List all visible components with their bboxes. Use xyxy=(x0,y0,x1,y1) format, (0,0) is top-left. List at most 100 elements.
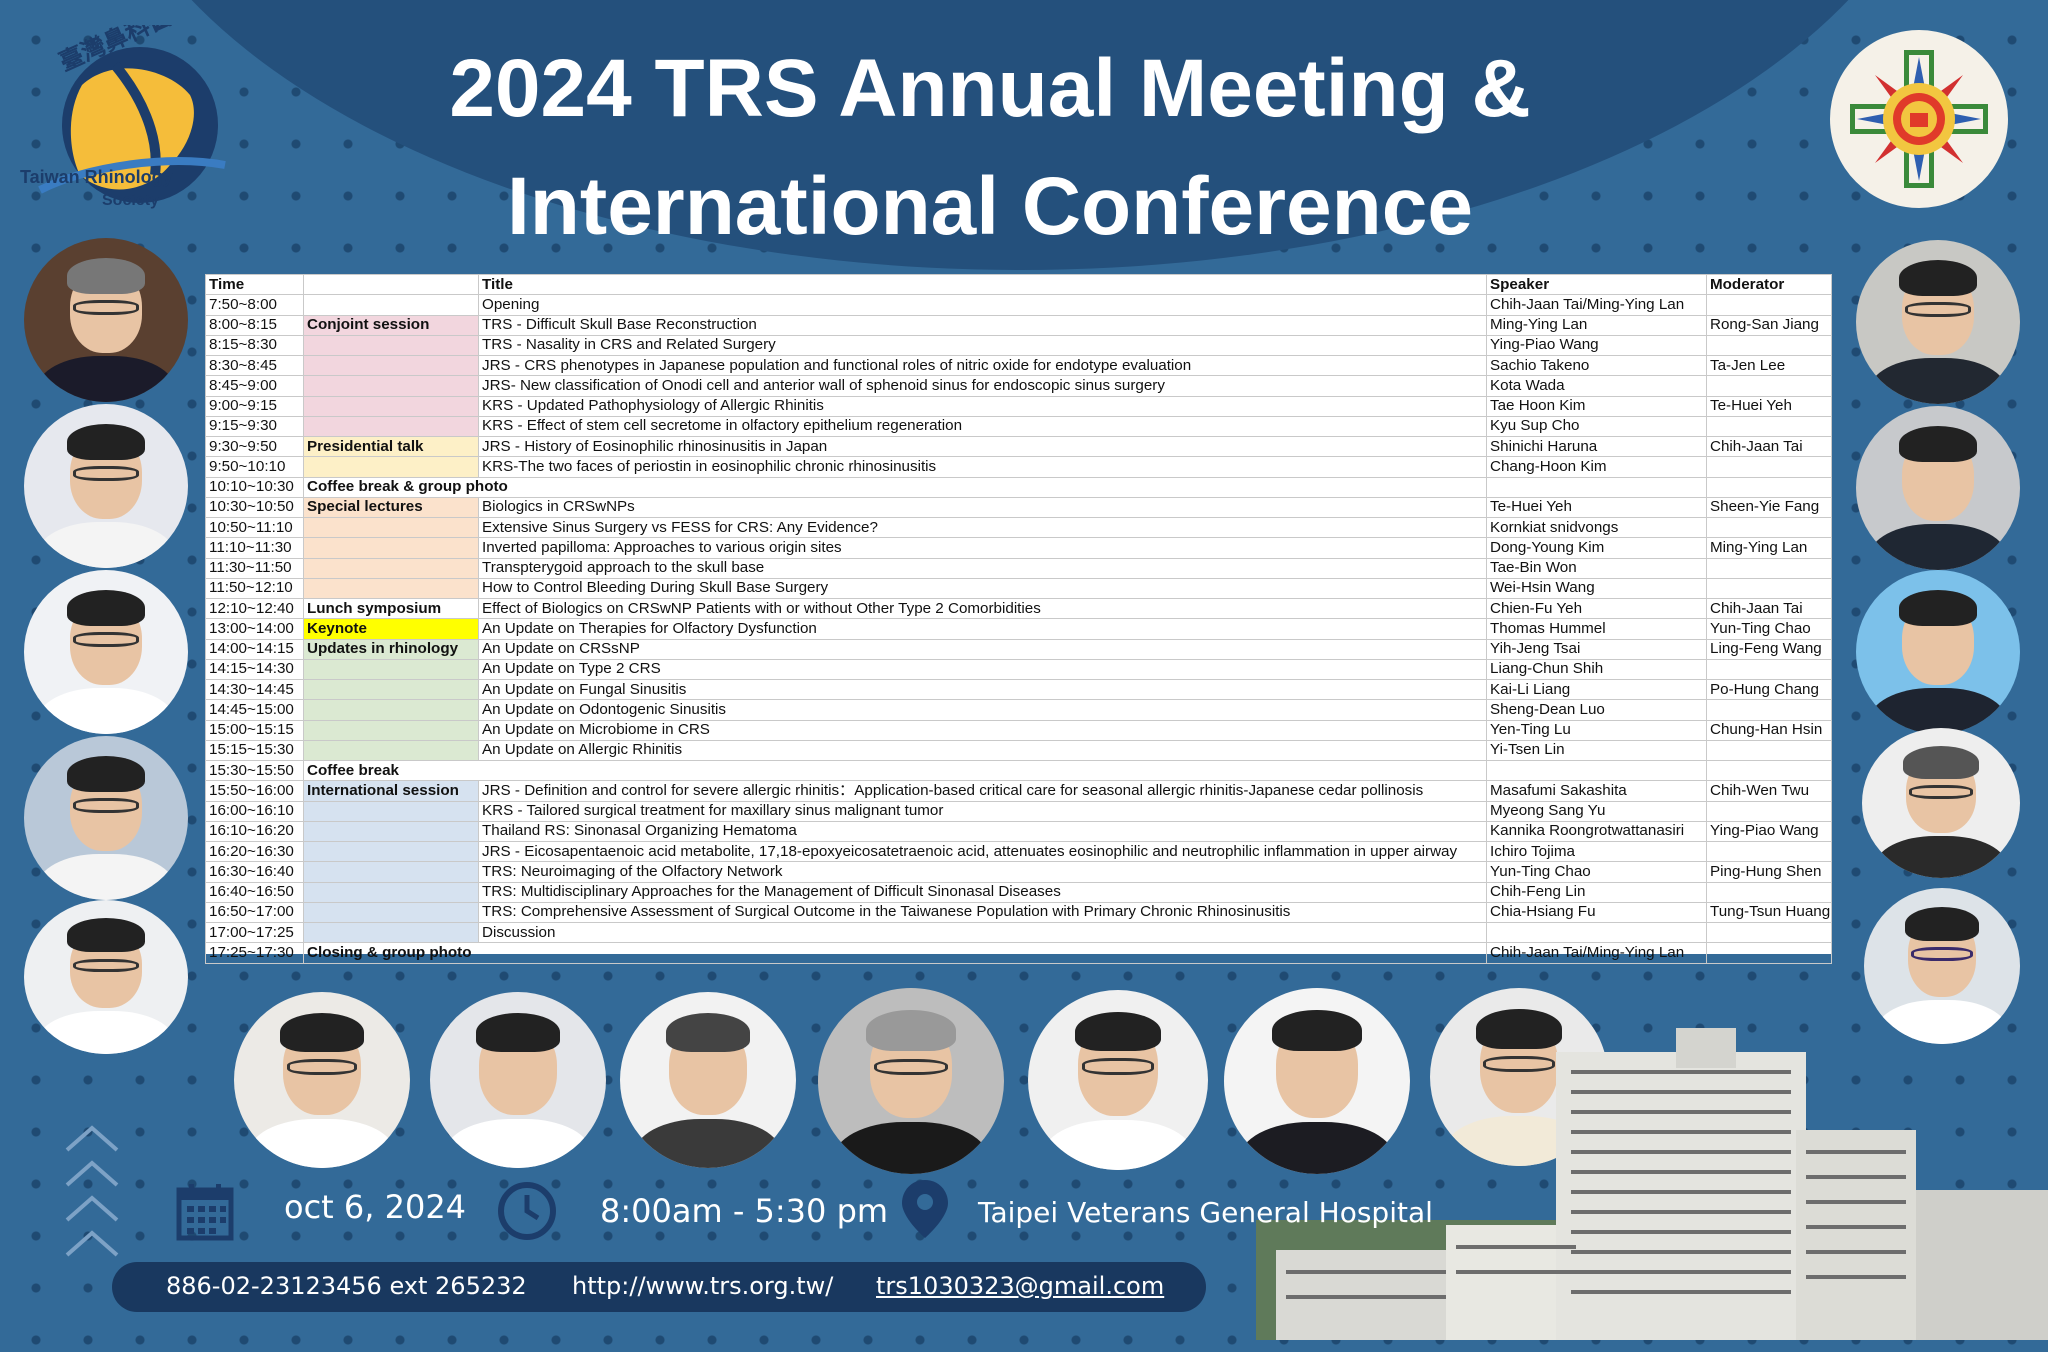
speaker-cell: Kota Wada xyxy=(1486,375,1707,397)
moderator-cell: Ming-Ying Lan xyxy=(1706,537,1832,559)
title-cell: Transpterygoid approach to the skull bas… xyxy=(478,557,1487,579)
table-row: 14:00~14:15 Updates in rhinology An Update… xyxy=(205,638,1832,660)
column-header-title: Title xyxy=(478,273,1487,296)
title-cell: KRS - Updated Pathophysiology of Allergi… xyxy=(478,395,1487,417)
time-cell: 8:00~8:15 xyxy=(205,314,304,336)
title-cell: Effect of Biologics on CRSwNP Patients w… xyxy=(478,597,1487,620)
table-row: 12:10~12:40 Lunch symposium Effect of Biol… xyxy=(205,597,1832,620)
title-line-1: 2024 TRS Annual Meeting & xyxy=(449,43,1531,134)
time-cell: 15:30~15:50 xyxy=(205,759,304,782)
time-cell: 14:30~14:45 xyxy=(205,678,304,701)
table-row: 15:15~15:30 An Update on Allergic Rhiniti… xyxy=(205,739,1832,762)
column-header-speaker: Speaker xyxy=(1486,273,1707,296)
event-time: 8:00am - 5:30 pm xyxy=(600,1192,889,1230)
speaker-cell: Yih-Jeng Tsai xyxy=(1486,638,1707,660)
speaker-photo xyxy=(24,404,188,568)
moderator-cell: Chih-Jaan Tai xyxy=(1706,435,1832,458)
speaker-photo xyxy=(24,736,188,900)
table-row: 8:30~8:45 JRS - CRS phenotypes in Japanes… xyxy=(205,354,1832,377)
speaker-cell: Sheng-Dean Luo xyxy=(1486,699,1707,721)
moderator-cell: Ying-Piao Wang xyxy=(1706,820,1832,843)
time-cell: 15:15~15:30 xyxy=(205,739,304,762)
column-header-time: Time xyxy=(205,273,304,296)
contact-email[interactable]: trs1030323@gmail.com xyxy=(876,1272,1164,1300)
time-cell: 16:20~16:30 xyxy=(205,840,304,863)
moderator-cell xyxy=(1706,557,1832,579)
table-row: 16:00~16:10 KRS - Tailored surgical treat… xyxy=(205,800,1832,822)
title-cell: TRS: Multidisciplinary Approaches for th… xyxy=(478,881,1487,903)
session-cell: International session xyxy=(303,780,479,802)
title-cell: An Update on Type 2 CRS xyxy=(478,658,1487,681)
title-cell: TRS: Neuroimaging of the Olfactory Netwo… xyxy=(478,861,1487,883)
contact-phone: 886-02-23123456 ext 265232 xyxy=(166,1272,527,1300)
table-row: 8:00~8:15 Conjoint session TRS - Difficult… xyxy=(205,314,1832,336)
session-cell xyxy=(303,840,479,863)
moderator-cell xyxy=(1706,456,1832,478)
speaker-cell: Dong-Young Kim xyxy=(1486,537,1707,559)
title-cell: JRS - CRS phenotypes in Japanese populat… xyxy=(478,354,1487,377)
table-row: 16:40~16:50 TRS: Multidisciplinary Approa… xyxy=(205,881,1832,903)
time-cell: 16:40~16:50 xyxy=(205,881,304,903)
table-row: 13:00~14:00 Keynote An Update on Therapies… xyxy=(205,618,1832,640)
contact-website[interactable]: http://www.trs.org.tw/ xyxy=(572,1272,833,1300)
column-header-session xyxy=(303,273,479,296)
speaker-cell: Chih-Jaan Tai/Ming-Ying Lan xyxy=(1486,942,1707,964)
moderator-cell xyxy=(1706,699,1832,721)
table-row: 15:00~15:15 An Update on Microbiome in CR… xyxy=(205,719,1832,741)
session-cell xyxy=(303,557,479,579)
table-row: 10:30~10:50 Special lectures Biologics in … xyxy=(205,496,1832,519)
event-date: oct 6, 2024 xyxy=(284,1188,467,1226)
title-cell: Inverted papilloma: Approaches to variou… xyxy=(478,537,1487,559)
time-cell: 9:50~10:10 xyxy=(205,456,304,478)
speaker-photo xyxy=(620,992,796,1168)
title-cell: An Update on Therapies for Olfactory Dys… xyxy=(478,618,1487,640)
event-venue: Taipei Veterans General Hospital xyxy=(978,1196,1433,1229)
table-row: 15:30~15:50 Coffee break xyxy=(205,759,1832,782)
trs-logo: 臺灣鼻科醫學會 Taiwan Rhinology Society xyxy=(20,0,230,215)
moderator-cell: Sheen-Yie Fang xyxy=(1706,496,1832,519)
time-cell: 10:50~11:10 xyxy=(205,516,304,539)
moderator-cell: Chung-Han Hsin xyxy=(1706,719,1832,741)
column-header-moderator: Moderator xyxy=(1706,273,1832,296)
time-cell: 17:25~17:30 xyxy=(205,942,304,964)
speaker-cell: Kai-Li Liang xyxy=(1486,678,1707,701)
table-row: 16:20~16:30 JRS - Eicosapentaenoic acid m… xyxy=(205,840,1832,863)
table-row: 7:50~8:00 Opening Chih-Jaan Tai/Ming-Ying … xyxy=(205,294,1832,316)
session-cell xyxy=(303,901,479,924)
title-cell: JRS- New classification of Onodi cell an… xyxy=(478,375,1487,397)
time-cell: 17:00~17:25 xyxy=(205,921,304,944)
title-cell: An Update on Microbiome in CRS xyxy=(478,719,1487,741)
title-cell: An Update on Fungal Sinusitis xyxy=(478,678,1487,701)
title-cell: An Update on CRSsNP xyxy=(478,638,1487,660)
session-cell xyxy=(303,658,479,681)
table-row: 16:10~16:20 Thailand RS: Sinonasal Organi… xyxy=(205,820,1832,843)
location-pin-icon xyxy=(900,1178,950,1244)
logo-name-line1: Taiwan Rhinology xyxy=(20,167,173,187)
moderator-cell xyxy=(1706,476,1832,498)
speaker-cell: Myeong Sang Yu xyxy=(1486,800,1707,822)
table-row: 11:50~12:10 How to Control Bleeding Durin… xyxy=(205,577,1832,600)
speaker-photo xyxy=(1862,728,2020,878)
chevron-up-icon xyxy=(62,1120,122,1280)
table-row: 9:50~10:10 KRS-The two faces of periostin… xyxy=(205,456,1832,478)
moderator-cell xyxy=(1706,759,1832,782)
moderator-cell xyxy=(1706,840,1832,863)
session-cell: Coffee break & group photo xyxy=(303,476,508,498)
logo-name-line2: Society xyxy=(102,192,159,209)
speaker-cell: Ying-Piao Wang xyxy=(1486,334,1707,357)
title-cell xyxy=(478,942,1487,964)
table-row: 17:25~17:30 Closing & group photo Chih-Jaa… xyxy=(205,942,1832,964)
title-cell: Thailand RS: Sinonasal Organizing Hemato… xyxy=(478,820,1487,843)
moderator-cell: Ling-Feng Wang xyxy=(1706,638,1832,660)
title-cell: KRS - Effect of stem cell secretome in o… xyxy=(478,415,1487,438)
title-cell xyxy=(478,476,1487,498)
session-cell xyxy=(303,395,479,417)
title-cell: TRS: Comprehensive Assessment of Surgica… xyxy=(478,901,1487,924)
session-cell: Presidential talk xyxy=(303,435,479,458)
moderator-cell xyxy=(1706,921,1832,944)
moderator-cell: Chih-Wen Twu xyxy=(1706,780,1832,802)
session-cell xyxy=(303,921,479,944)
time-cell: 14:00~14:15 xyxy=(205,638,304,660)
title-cell: Discussion xyxy=(478,921,1487,944)
speaker-cell: Sachio Takeno xyxy=(1486,354,1707,377)
